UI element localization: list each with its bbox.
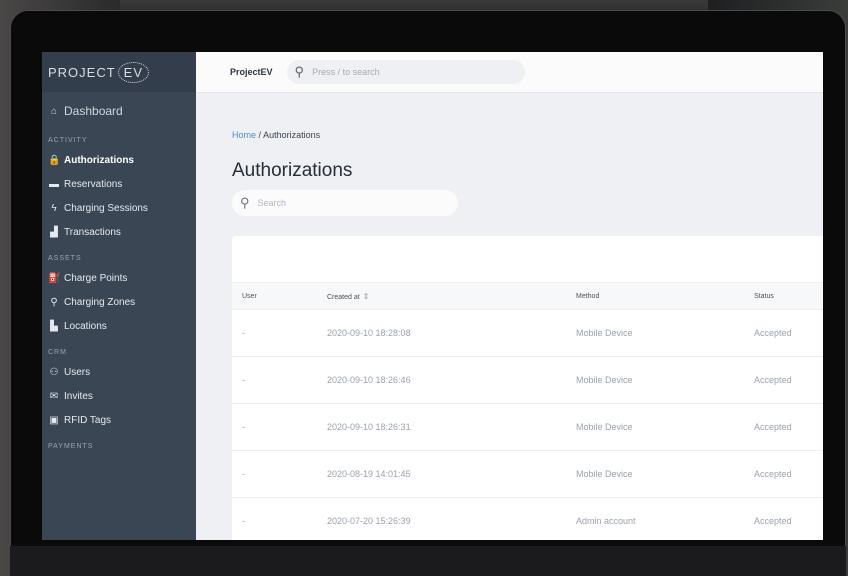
- id-card-icon: ▣: [49, 414, 59, 426]
- cell-created-at: 2020-09-10 18:28:08: [327, 328, 411, 338]
- table-body: - 2020-09-10 18:28:08 Mobile Device Accepte…: [232, 310, 823, 540]
- sidebar: PROJECT EV ⌂ Dashboard ACTIVITY 🔒 Authoriza…: [42, 52, 196, 540]
- cell-status: Accepted: [754, 469, 792, 479]
- sidebar-item-label: RFID Tags: [64, 414, 112, 426]
- cell-status: Accepted: [754, 422, 792, 432]
- sidebar-item-label: Users: [64, 366, 91, 378]
- brand-logo[interactable]: PROJECT EV: [42, 52, 196, 92]
- sidebar-item-label: Invites: [64, 390, 93, 402]
- cell-created-at: 2020-09-10 18:26:31: [327, 422, 411, 432]
- sidebar-item-invites[interactable]: ✉ Invites: [42, 384, 196, 408]
- sidebar-item-authorizations[interactable]: 🔒 Authorizations: [42, 148, 196, 172]
- cell-created-at: 2020-08-19 14:01:45: [327, 469, 411, 479]
- sidebar-item-locations[interactable]: ▙ Locations: [42, 314, 196, 338]
- sidebar-item-label: Charging Sessions: [64, 202, 148, 214]
- cell-created-at: 2020-07-20 15:26:39: [327, 516, 411, 526]
- column-header-label: Created at: [327, 293, 360, 301]
- authorizations-table-card: User Created at ⇕ Method Status - 2020-09-…: [232, 236, 823, 540]
- column-header-method[interactable]: Method: [576, 293, 599, 300]
- cell-status: Accepted: [754, 516, 792, 526]
- cell-status: Accepted: [754, 375, 792, 385]
- sidebar-item-rfid-tags[interactable]: ▣ RFID Tags: [42, 408, 196, 432]
- column-header-created-at[interactable]: Created at ⇕: [327, 292, 369, 301]
- breadcrumb-home[interactable]: Home: [232, 130, 256, 140]
- sidebar-item-label: Transactions: [64, 226, 121, 238]
- sidebar-item-charging-zones[interactable]: ⚲ Charging Zones: [42, 290, 196, 314]
- search-icon: ⚲: [294, 64, 305, 79]
- page-title: Authorizations: [232, 160, 353, 181]
- cell-status: Accepted: [754, 328, 792, 338]
- cell-user: -: [242, 328, 245, 338]
- sidebar-section-title: PAYMENTS: [48, 443, 94, 450]
- sidebar-item-label: Charge Points: [64, 272, 128, 284]
- cell-method: Mobile Device: [576, 422, 633, 432]
- brand-ev-badge: EV: [117, 61, 150, 83]
- cell-user: -: [242, 375, 245, 385]
- top-brand[interactable]: ProjectEV: [230, 67, 273, 77]
- bank-icon: ▟: [50, 226, 58, 238]
- sidebar-section-title: ASSETS: [48, 255, 82, 262]
- sidebar-item-label: Locations: [64, 320, 107, 332]
- bolt-icon: ϟ: [51, 202, 57, 214]
- mail-icon: ✉: [49, 390, 59, 402]
- search-icon: ⚲: [240, 195, 250, 210]
- breadcrumb-separator: /: [258, 130, 262, 140]
- cell-method: Mobile Device: [576, 375, 633, 385]
- sidebar-item-dashboard[interactable]: ⌂ Dashboard: [42, 96, 196, 126]
- cell-user: -: [242, 422, 245, 432]
- cell-method: Mobile Device: [576, 328, 633, 338]
- lock-icon: 🔒: [48, 154, 61, 166]
- table-row[interactable]: - 2020-09-10 18:28:08 Mobile Device Accepte…: [232, 310, 823, 357]
- cell-user: -: [242, 469, 245, 479]
- laptop-bottom: [10, 546, 846, 576]
- search-placeholder: Search: [257, 198, 287, 208]
- cell-user: -: [242, 516, 245, 526]
- buildings-icon: ▙: [50, 320, 58, 332]
- sidebar-section-title: CRM: [48, 349, 67, 356]
- breadcrumb-current: Authorizations: [263, 130, 321, 140]
- sidebar-item-transactions[interactable]: ▟ Transactions: [42, 220, 196, 244]
- cell-method: Admin account: [576, 516, 636, 526]
- sidebar-item-reservations[interactable]: ▬ Reservations: [42, 172, 196, 196]
- table-row[interactable]: - 2020-09-10 18:26:31 Mobile Device Accepte…: [232, 404, 823, 451]
- top-bar: ProjectEV ⚲ Press / to search: [196, 52, 823, 93]
- cell-created-at: 2020-09-10 18:26:46: [327, 375, 411, 385]
- table-row[interactable]: - 2020-09-10 18:26:46 Mobile Device Accepte…: [232, 357, 823, 404]
- pin-icon: ⚲: [50, 296, 58, 308]
- sidebar-item-label: Dashboard: [64, 104, 123, 118]
- sidebar-item-users[interactable]: ⚇ Users: [42, 360, 196, 384]
- app-screen: PROJECT EV ⌂ Dashboard ACTIVITY 🔒 Authoriza…: [42, 52, 823, 540]
- table-row[interactable]: - 2020-07-20 15:26:39 Admin account Accepte…: [232, 498, 823, 540]
- table-header: User Created at ⇕ Method Status: [232, 283, 823, 310]
- search-placeholder: Press / to search: [312, 67, 380, 77]
- card-header: [232, 236, 823, 283]
- table-row[interactable]: - 2020-08-19 14:01:45 Mobile Device Accepte…: [232, 451, 823, 498]
- charger-icon: ⛽: [48, 272, 61, 284]
- sort-icon[interactable]: ⇕: [363, 292, 370, 301]
- card-icon: ▬: [49, 178, 59, 190]
- sidebar-sections: ACTIVITY 🔒 Authorizations ▬ Reservations ϟ Cha…: [42, 126, 196, 454]
- brand-text: PROJECT EV: [48, 61, 150, 83]
- sidebar-item-label: Reservations: [64, 178, 123, 190]
- sidebar-item-label: Charging Zones: [64, 296, 136, 308]
- global-search-input[interactable]: ⚲ Press / to search: [286, 60, 525, 84]
- search-input[interactable]: ⚲ Search: [232, 190, 458, 216]
- sidebar-item-charge-points[interactable]: ⛽ Charge Points: [42, 266, 196, 290]
- breadcrumb: Home / Authorizations: [232, 130, 320, 140]
- users-icon: ⚇: [49, 366, 59, 378]
- sidebar-section-title: ACTIVITY: [48, 137, 88, 144]
- column-header-status[interactable]: Status: [754, 293, 774, 300]
- sidebar-item-label: Authorizations: [64, 154, 134, 166]
- cell-method: Mobile Device: [576, 469, 633, 479]
- column-header-user[interactable]: User: [242, 293, 257, 300]
- sidebar-item-charging-sessions[interactable]: ϟ Charging Sessions: [42, 196, 196, 220]
- home-icon: ⌂: [50, 105, 58, 117]
